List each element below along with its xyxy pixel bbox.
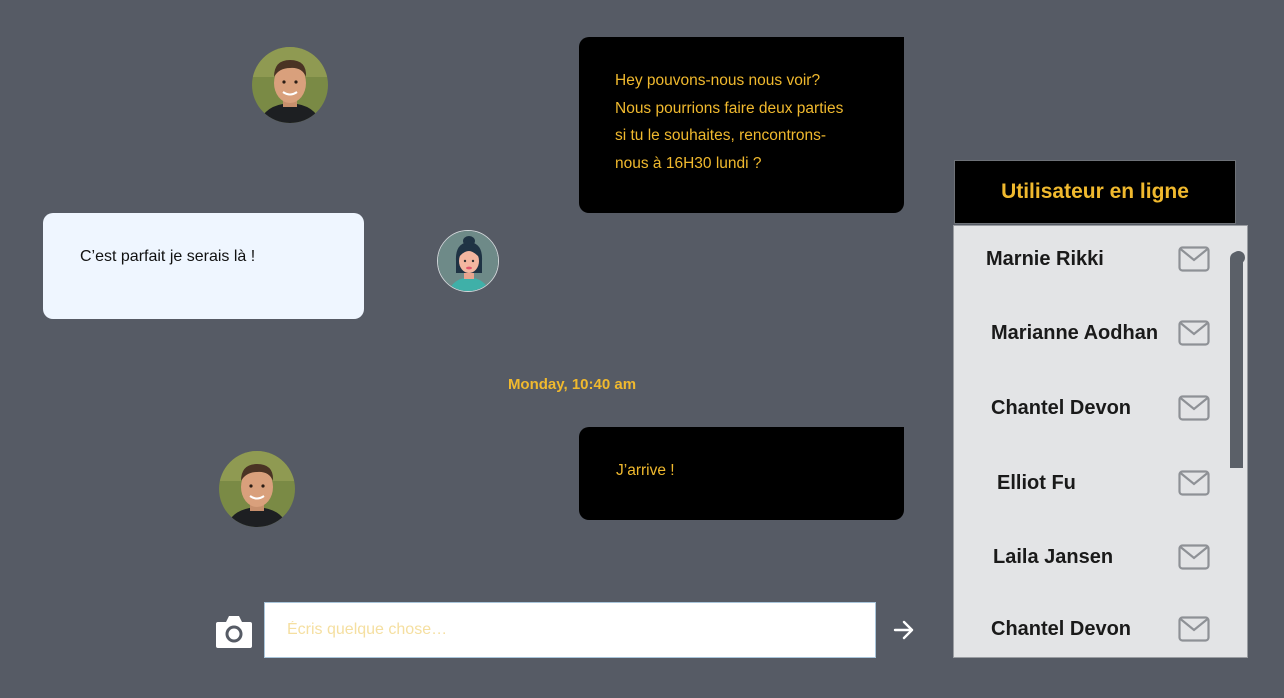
user-name: Chantel Devon bbox=[991, 618, 1132, 640]
scrollbar-thumb[interactable] bbox=[1230, 251, 1245, 468]
outgoing-message: Hey pouvons-nous nous voir? Nous pourrio… bbox=[579, 37, 904, 213]
message-line: Nous pourrions faire deux parties bbox=[615, 99, 844, 117]
message-line: si tu le souhaites, rencontrons- bbox=[615, 127, 827, 144]
outgoing-message: J’arrive ! bbox=[579, 427, 904, 520]
message-line: Hey pouvons-nous nous voir? bbox=[615, 72, 821, 89]
user-name: Chantel Devon bbox=[991, 397, 1132, 419]
avatar-man bbox=[252, 47, 328, 123]
mail-icon[interactable] bbox=[1178, 246, 1210, 272]
mail-icon[interactable] bbox=[1178, 616, 1210, 642]
message-input[interactable] bbox=[264, 602, 876, 658]
mail-icon[interactable] bbox=[1178, 544, 1210, 570]
avatar-man bbox=[219, 451, 295, 527]
user-name: Marnie Rikki bbox=[986, 248, 1104, 270]
online-user-item[interactable]: Elliot Fu bbox=[954, 464, 1232, 504]
online-user-item[interactable]: Laila Jansen bbox=[954, 538, 1232, 578]
user-name: Elliot Fu bbox=[997, 472, 1076, 494]
online-user-item[interactable]: Marianne Aodhan bbox=[954, 314, 1232, 354]
panel-title-text: Utilisateur en ligne bbox=[1001, 180, 1189, 203]
camera-icon[interactable] bbox=[214, 612, 254, 650]
online-users-title: Utilisateur en ligne bbox=[954, 160, 1236, 224]
mail-icon[interactable] bbox=[1178, 395, 1210, 421]
message-text: C’est parfait je serais là ! bbox=[80, 248, 256, 265]
mail-icon[interactable] bbox=[1178, 320, 1210, 346]
online-user-item[interactable]: Chantel Devon bbox=[954, 610, 1232, 650]
arrow-right-icon[interactable] bbox=[890, 617, 918, 643]
mail-icon[interactable] bbox=[1178, 470, 1210, 496]
online-user-item[interactable]: Marnie Rikki bbox=[954, 240, 1232, 280]
online-user-item[interactable]: Chantel Devon bbox=[954, 389, 1232, 429]
message-text: J’arrive ! bbox=[616, 462, 675, 479]
user-name: Marianne Aodhan bbox=[991, 322, 1159, 344]
message-line: nous à 16H30 lundi ? bbox=[615, 154, 762, 172]
online-users-list: Marnie Rikki Marianne Aodhan Chantel Dev… bbox=[953, 225, 1248, 658]
user-name: Laila Jansen bbox=[993, 546, 1114, 568]
incoming-message: C’est parfait je serais là ! bbox=[43, 213, 364, 319]
scrollbar[interactable] bbox=[1230, 251, 1245, 468]
avatar-woman bbox=[437, 230, 499, 292]
